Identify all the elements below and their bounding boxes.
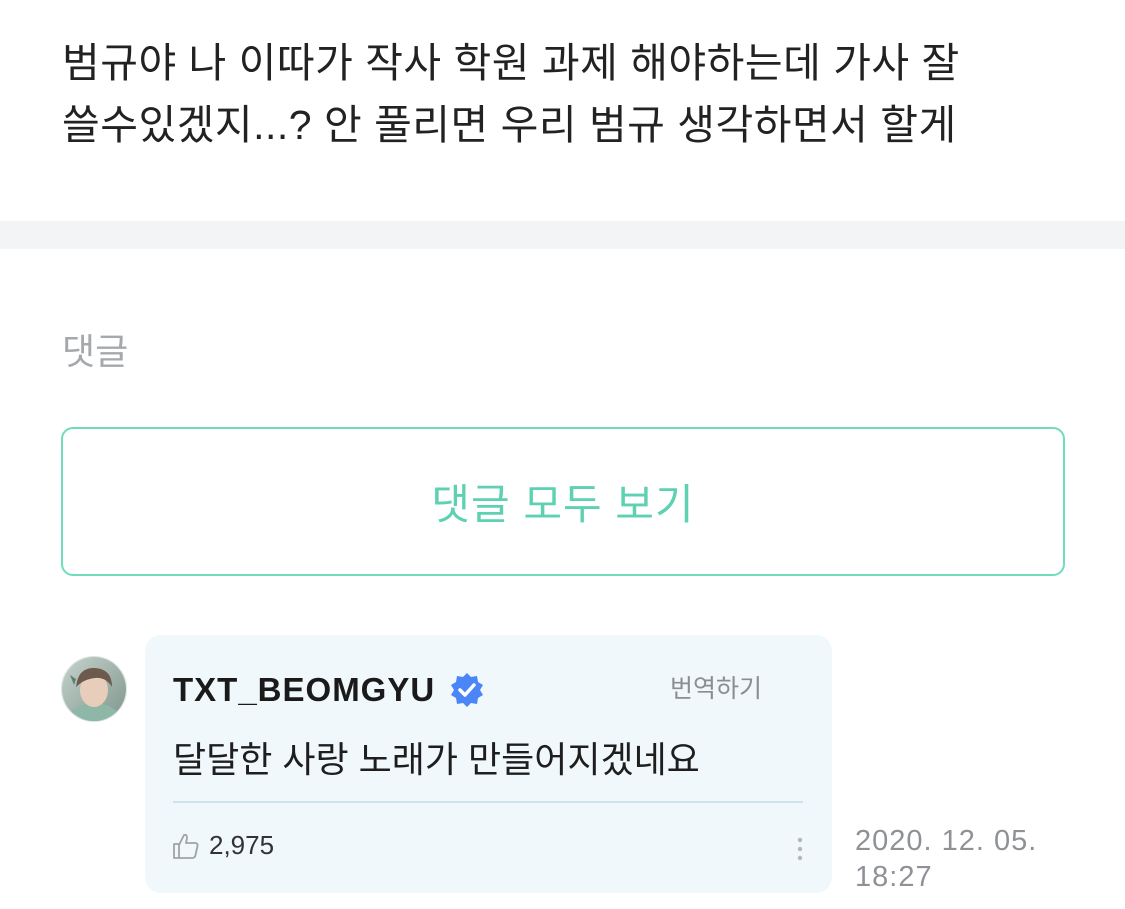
comment-date: 2020. 12. 05.	[855, 825, 1038, 857]
comment-time: 18:27	[855, 861, 933, 893]
section-divider	[0, 221, 1125, 249]
like-button[interactable]: 2,975	[171, 830, 274, 861]
translate-link[interactable]: 번역하기	[670, 669, 762, 705]
verified-badge-icon	[449, 672, 485, 708]
comments-section-label: 댓글	[62, 331, 129, 372]
view-all-comments-button[interactable]: 댓글 모두 보기	[61, 427, 1065, 576]
like-count: 2,975	[209, 830, 275, 860]
comment-body: 달달한 사랑 노래가 만들어지겠네요	[173, 739, 700, 780]
thumbs-up-icon	[171, 831, 201, 861]
view-all-comments-label: 댓글 모두 보기	[431, 481, 695, 528]
comment-author[interactable]: TXT_BEOMGYU	[173, 671, 435, 709]
more-vertical-icon[interactable]	[793, 835, 807, 865]
post-body: 범규야 나 이따가 작사 학원 과제 해야하는데 가사 잘 쓸수있겠지...? …	[62, 32, 1072, 156]
comment-timestamp: 2020. 12. 05. 18:27	[855, 823, 1037, 895]
comment-card: TXT_BEOMGYU 번역하기 달달한 사랑 노래가 만들어지겠네요 2,97…	[145, 635, 832, 893]
post-page: 범규야 나 이따가 작사 학원 과제 해야하는데 가사 잘 쓸수있겠지...? …	[0, 0, 1125, 909]
post-body-line: 범규야 나 이따가 작사 학원 과제 해야하는데 가사 잘	[62, 40, 960, 86]
post-body-line: 쓸수있겠지...? 안 풀리면 우리 범규 생각하면서 할게	[62, 102, 957, 148]
avatar[interactable]	[61, 656, 127, 722]
comment-divider	[173, 801, 803, 803]
comment-author-row: TXT_BEOMGYU	[173, 671, 485, 709]
